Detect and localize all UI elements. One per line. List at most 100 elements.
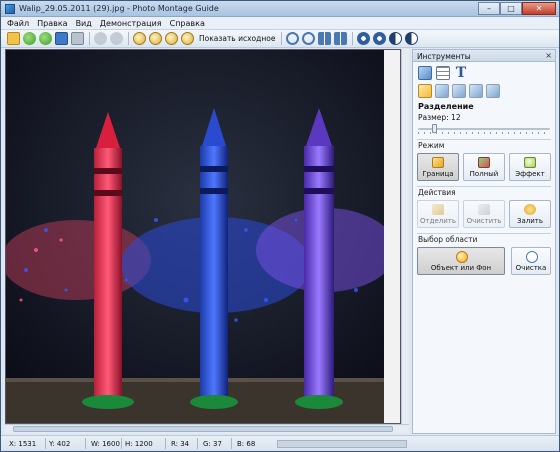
undo-icon[interactable] xyxy=(94,32,107,45)
area-group: Выбор области Объект или Фон Очистка xyxy=(417,233,551,275)
contrast-icon[interactable] xyxy=(389,32,403,45)
size-label: Размер: 12 xyxy=(418,113,461,122)
grid-tool-icon[interactable] xyxy=(436,66,450,80)
status-separator xyxy=(231,438,232,449)
open-folder-icon[interactable] xyxy=(7,32,20,45)
clear-button[interactable]: Очистить xyxy=(463,200,505,228)
minimize-button[interactable]: – xyxy=(478,2,500,15)
slider-ticks xyxy=(418,132,550,134)
layer-tool-icon[interactable] xyxy=(452,84,466,98)
status-progress xyxy=(277,440,407,448)
panel-close-icon[interactable]: × xyxy=(545,51,552,60)
status-separator xyxy=(85,438,86,449)
flip-vertical-icon[interactable] xyxy=(318,32,332,45)
clear-label: Очистить xyxy=(466,217,502,225)
menu-demo[interactable]: Демонстрация xyxy=(100,17,162,29)
area-clear-button[interactable]: Очистка xyxy=(511,247,551,275)
slider-track xyxy=(418,128,550,130)
slider-knob[interactable] xyxy=(432,124,437,133)
text-tool-icon[interactable]: T xyxy=(454,66,468,80)
section-title: Разделение xyxy=(418,102,474,111)
blend-tool-icon[interactable] xyxy=(486,84,500,98)
status-green: G: 37 xyxy=(203,440,222,448)
status-separator xyxy=(197,438,198,449)
toolbar-separator xyxy=(281,32,283,45)
vertical-scrollbar[interactable] xyxy=(401,49,409,424)
separate-button[interactable]: Отделить xyxy=(417,200,459,228)
redo-icon[interactable] xyxy=(110,32,123,45)
back-arrow-icon[interactable] xyxy=(23,32,36,45)
toolbar-separator xyxy=(89,32,90,45)
object-or-background-label: Объект или Фон xyxy=(430,264,492,272)
brightness-icon[interactable] xyxy=(373,32,387,45)
scrollbar-thumb[interactable] xyxy=(13,426,393,432)
close-button[interactable]: ✕ xyxy=(522,2,556,15)
horizontal-scrollbar[interactable] xyxy=(5,424,409,433)
separation-tool-icon[interactable] xyxy=(418,84,432,98)
app-window: Walip_29.05.2011 (29).jpg - Photo Montag… xyxy=(0,0,560,452)
area-buttons: Объект или Фон Очистка xyxy=(417,247,551,275)
panel-header: Инструменты × xyxy=(413,50,555,62)
zoom-actual-icon[interactable] xyxy=(181,32,194,45)
menu-help[interactable]: Справка xyxy=(170,17,205,29)
photo-crayons xyxy=(6,50,400,423)
rotate-left-icon[interactable] xyxy=(286,32,300,45)
size-slider[interactable] xyxy=(418,124,550,134)
border-mode-button[interactable]: Граница xyxy=(417,153,459,181)
toolbar-separator xyxy=(128,32,129,45)
menu-edit[interactable]: Правка xyxy=(37,17,67,29)
zoom-in-icon[interactable] xyxy=(133,32,146,45)
object-or-background-button[interactable]: Объект или Фон xyxy=(417,247,505,275)
separate-icon xyxy=(432,204,444,215)
object-circle-icon xyxy=(456,251,468,263)
status-height: H: 1200 xyxy=(125,440,153,448)
forward-arrow-icon[interactable] xyxy=(39,32,52,45)
mode-label: Режим xyxy=(418,141,445,150)
maximize-button[interactable]: □ xyxy=(500,2,522,15)
mode-group: Режим Граница Полный Эффект xyxy=(417,139,551,181)
area-clear-label: Очистка xyxy=(515,264,547,272)
app-icon xyxy=(5,4,15,14)
actions-group: Действия Отделить Очистить Залить xyxy=(417,186,551,228)
flip-horizontal-icon[interactable] xyxy=(334,32,348,45)
eraser-icon xyxy=(478,204,490,215)
toolbar-separator xyxy=(352,32,354,45)
border-mode-icon xyxy=(432,157,444,168)
status-separator xyxy=(45,438,46,449)
zoom-fit-icon[interactable] xyxy=(165,32,178,45)
zoom-out-icon[interactable] xyxy=(149,32,162,45)
rotate-right-icon[interactable] xyxy=(302,32,316,45)
show-original-button[interactable]: Показать исходное xyxy=(199,34,275,43)
fill-icon xyxy=(524,204,536,215)
replace-tool-icon[interactable] xyxy=(435,84,449,98)
fill-button[interactable]: Залить xyxy=(509,200,551,228)
menu-view[interactable]: Вид xyxy=(76,17,92,29)
menu-file[interactable]: Файл xyxy=(7,17,29,29)
settings-icon[interactable] xyxy=(357,32,371,45)
title-bar: Walip_29.05.2011 (29).jpg - Photo Montag… xyxy=(1,1,559,17)
tools-panel: Инструменты × T Разделение Размер: 12 Ре… xyxy=(412,49,556,434)
panel-title: Инструменты xyxy=(417,52,471,61)
save-icon[interactable] xyxy=(55,32,68,45)
image-canvas[interactable] xyxy=(5,49,401,424)
crop-tool-icon[interactable] xyxy=(418,66,432,80)
status-width: W: 1600 xyxy=(91,440,120,448)
full-mode-button[interactable]: Полный xyxy=(463,153,505,181)
print-icon[interactable] xyxy=(71,32,84,45)
status-separator xyxy=(165,438,166,449)
window-title: Walip_29.05.2011 (29).jpg - Photo Montag… xyxy=(19,4,219,13)
shadow-tool-icon[interactable] xyxy=(469,84,483,98)
full-mode-label: Полный xyxy=(469,170,499,178)
saturation-icon[interactable] xyxy=(405,32,419,45)
status-separator xyxy=(121,438,122,449)
effect-mode-icon xyxy=(524,157,536,168)
actions-label: Действия xyxy=(418,188,456,197)
toolbar: Показать исходное xyxy=(1,30,559,48)
area-label: Выбор области xyxy=(418,235,478,244)
mode-icons-row xyxy=(413,82,555,100)
separate-label: Отделить xyxy=(420,217,456,225)
menu-bar: Файл Правка Вид Демонстрация Справка xyxy=(1,17,559,30)
tool-icons-row: T xyxy=(413,62,555,82)
effect-mode-button[interactable]: Эффект xyxy=(509,153,551,181)
status-x: X: 1531 xyxy=(9,440,37,448)
